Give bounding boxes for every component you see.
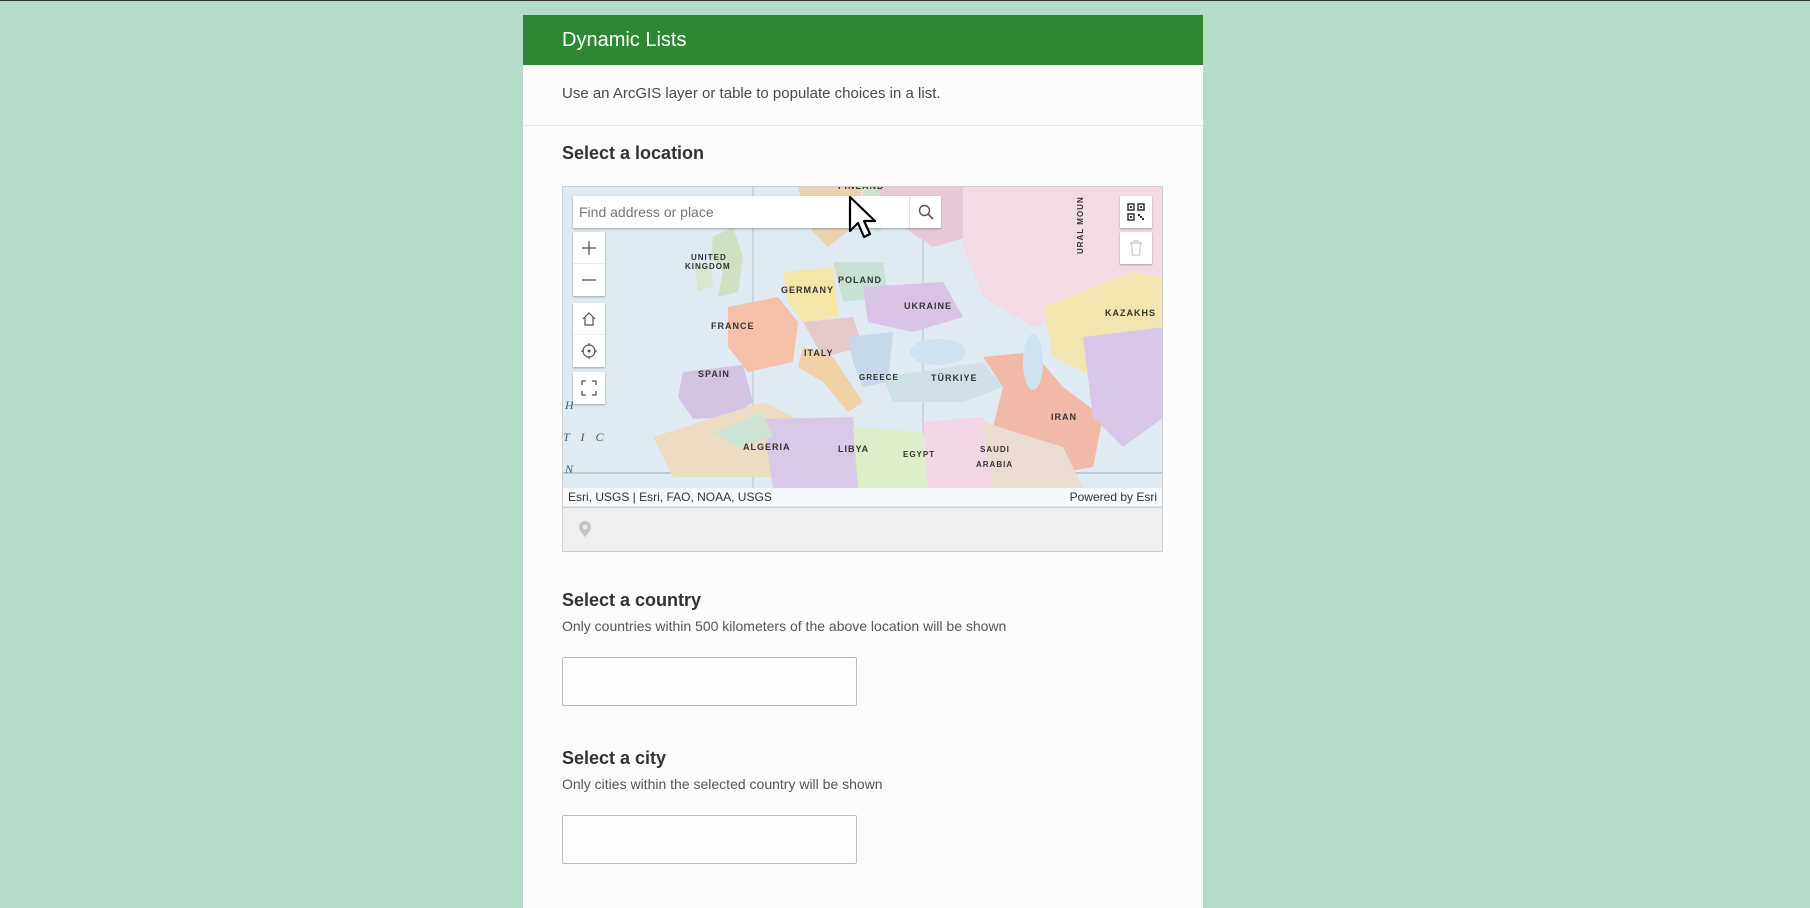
trash-icon (1130, 240, 1142, 256)
country-select[interactable] (562, 657, 857, 706)
city-question-label: Select a city (562, 748, 667, 768)
plus-icon (582, 240, 596, 255)
form-description-text: Use an ArcGIS layer or table to populate… (562, 85, 941, 102)
svg-text:SPAIN: SPAIN (698, 369, 730, 379)
crosshair-icon (581, 343, 597, 359)
zoom-controls (573, 232, 605, 296)
zoom-out-button[interactable] (573, 264, 605, 296)
form-header: Dynamic Lists (523, 15, 1203, 65)
fullscreen-icon (581, 380, 597, 396)
window-top-border (0, 0, 1810, 1)
fullscreen-button[interactable] (573, 372, 605, 404)
minus-icon (582, 279, 596, 281)
navigation-controls (573, 303, 605, 367)
svg-text:N: N (564, 462, 574, 476)
clear-location-button[interactable] (1120, 232, 1152, 264)
city-select[interactable] (562, 815, 857, 864)
attribution-sources: Esri, USGS | Esri, FAO, NOAA, USGS (568, 490, 772, 504)
svg-text:FINLAND: FINLAND (838, 187, 885, 191)
map-search-button[interactable] (909, 196, 941, 228)
svg-text:T I C: T I C (563, 430, 607, 444)
scan-qr-button[interactable] (1120, 196, 1152, 228)
search-icon (918, 204, 934, 220)
svg-text:POLAND: POLAND (838, 275, 882, 285)
location-question-label: Select a location (562, 143, 705, 163)
qr-code-icon (1127, 203, 1145, 221)
form-description: Use an ArcGIS layer or table to populate… (523, 65, 1203, 126)
country-question-hint: Only countries within 500 kilometers of … (562, 618, 1007, 634)
fullscreen-control (573, 372, 605, 404)
country-question-label: Select a country (562, 590, 702, 610)
mouse-cursor-icon (848, 195, 877, 239)
home-button[interactable] (573, 303, 605, 335)
map-pin-icon (579, 521, 591, 537)
svg-text:LIBYA: LIBYA (838, 444, 869, 454)
svg-text:EGYPT: EGYPT (903, 450, 935, 459)
svg-text:KINGDOM: KINGDOM (685, 262, 731, 271)
survey-form: Dynamic Lists Use an ArcGIS layer or tab… (523, 15, 1203, 908)
locate-button[interactable] (573, 335, 605, 367)
svg-text:UNITED: UNITED (691, 253, 727, 262)
location-coordinates-bar (562, 508, 1163, 552)
svg-text:UKRAINE: UKRAINE (904, 301, 952, 311)
form-title: Dynamic Lists (562, 29, 687, 51)
svg-text:TÜRKIYE: TÜRKIYE (931, 373, 978, 383)
svg-text:FRANCE: FRANCE (711, 321, 755, 331)
svg-text:IRAN: IRAN (1051, 412, 1077, 422)
powered-by-esri[interactable]: Powered by Esri (1070, 490, 1157, 504)
svg-text:URAL MOUN: URAL MOUN (1076, 196, 1085, 254)
svg-text:KAZAKHS: KAZAKHS (1105, 308, 1156, 318)
svg-text:SAUDI: SAUDI (980, 445, 1010, 454)
svg-text:ALGERIA: ALGERIA (743, 442, 791, 452)
map-attribution: Esri, USGS | Esri, FAO, NOAA, USGS Power… (563, 488, 1162, 506)
svg-text:ARABIA: ARABIA (976, 460, 1013, 469)
map-search-widget (573, 196, 941, 228)
svg-text:ITALY: ITALY (804, 348, 834, 358)
home-icon (582, 311, 596, 326)
svg-text:GERMANY: GERMANY (781, 285, 834, 295)
city-question-hint: Only cities within the selected country … (562, 776, 883, 792)
svg-text:GREECE: GREECE (859, 373, 899, 382)
zoom-in-button[interactable] (573, 232, 605, 264)
